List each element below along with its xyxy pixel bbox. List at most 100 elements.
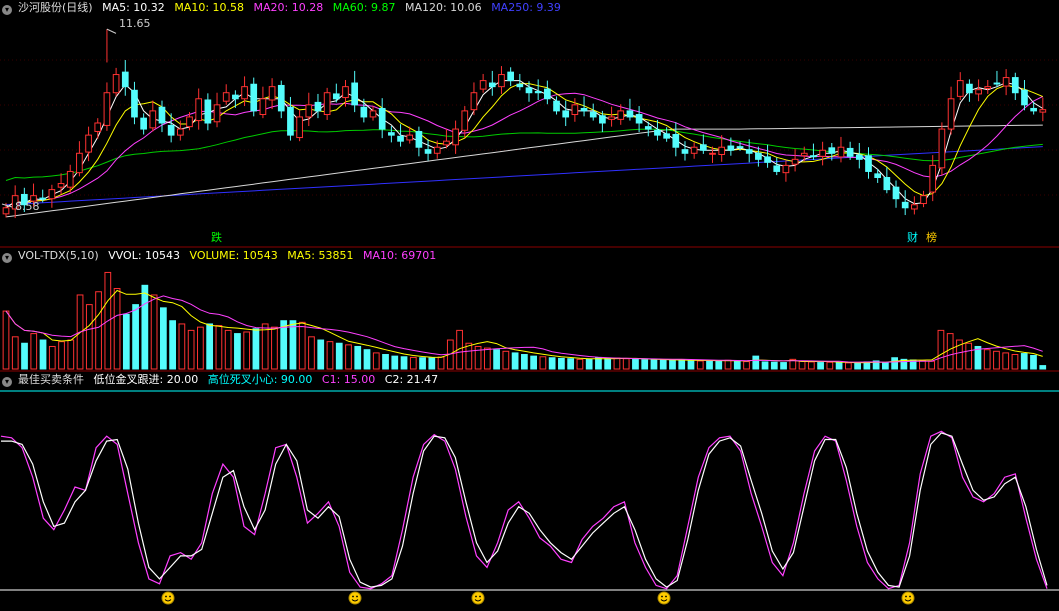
stock-name: 沙河股份(日线) <box>18 1 93 14</box>
volume-bar <box>604 357 612 370</box>
badge-die[interactable]: 跌 <box>210 232 223 244</box>
volume-bar <box>11 336 19 370</box>
candle-body <box>1011 77 1019 94</box>
smiley-eye <box>479 595 481 598</box>
price-chart[interactable] <box>0 0 1059 248</box>
candle-body <box>883 177 891 191</box>
candle-body <box>589 111 597 118</box>
candle-body <box>268 86 276 101</box>
candle-body <box>929 164 937 193</box>
volume-bar <box>428 357 436 370</box>
candle-body <box>342 86 349 99</box>
smiley-face <box>348 591 362 605</box>
candle-body <box>94 122 102 132</box>
candle-body <box>544 88 551 100</box>
candle-body <box>277 84 285 112</box>
candle-body <box>626 110 634 118</box>
volume-bar <box>1011 354 1019 370</box>
vol-ma5-label: MA5: 53851 <box>287 249 354 262</box>
candle-body <box>525 87 533 94</box>
volume-bar <box>632 358 639 370</box>
chevron-down-icon[interactable]: ▾ <box>2 5 12 15</box>
smiley-eye <box>356 595 358 598</box>
smiley-eye <box>165 595 167 598</box>
chevron-down-icon[interactable]: ▾ <box>2 253 12 263</box>
smiley-eye <box>169 595 171 598</box>
volume-bar <box>224 329 232 370</box>
vvol-label: VVOL: 10543 <box>108 249 181 262</box>
ma250-label: MA250: 9.39 <box>491 1 561 14</box>
volume-bar <box>678 359 686 370</box>
smiley-eye <box>905 595 907 598</box>
volume-bar <box>798 360 806 370</box>
volume-chart[interactable] <box>0 248 1059 372</box>
candle-body <box>305 104 313 118</box>
volume-bar <box>530 355 537 370</box>
candle-body <box>617 110 625 120</box>
c2-label: C2: 21.47 <box>384 373 439 386</box>
candle-body <box>378 107 386 130</box>
candle-body <box>1039 109 1047 113</box>
volume-bar <box>1030 354 1037 370</box>
vol-ma10-label: MA10: 69701 <box>363 249 437 262</box>
volume-bar <box>48 345 56 370</box>
volume-bar <box>159 307 167 370</box>
volume-bar <box>113 288 121 370</box>
candle-body <box>553 100 560 112</box>
volume-bar <box>234 333 241 370</box>
ma10-label: MA10: 10.58 <box>174 1 245 14</box>
high-price-label: 11.65 <box>119 17 151 30</box>
candle-body <box>158 106 166 124</box>
candle-body <box>2 207 10 215</box>
candle-body <box>461 110 469 131</box>
candle-body <box>287 106 294 136</box>
candle-body <box>488 82 496 88</box>
smiley-eye <box>665 595 667 598</box>
volume-bar <box>891 357 899 370</box>
indicator-chart[interactable] <box>0 372 1059 611</box>
volume-bar <box>261 323 269 370</box>
candle-body <box>433 146 441 154</box>
candle-body <box>571 104 579 116</box>
candle-body <box>443 140 450 146</box>
volume-bar <box>928 360 936 370</box>
smiley-icon <box>348 591 362 605</box>
volume-bar <box>21 342 28 370</box>
volume-bar <box>807 361 815 370</box>
badge-cai[interactable]: 财 <box>906 232 919 244</box>
volume-bar <box>1002 352 1010 370</box>
volume-bar <box>724 359 732 370</box>
volume-bar <box>363 349 371 370</box>
badge-bang[interactable]: 榜 <box>925 232 938 244</box>
candle-body <box>388 132 395 136</box>
candle-body <box>736 146 744 149</box>
volume-bar <box>780 362 787 370</box>
volume-bar <box>409 356 417 370</box>
candle-body <box>1021 89 1028 106</box>
volume-label: VOLUME: 10543 <box>189 249 278 262</box>
volume-bar <box>39 339 47 370</box>
volume-bar <box>85 304 93 370</box>
volume-bar <box>419 357 426 370</box>
volume-bar <box>706 360 713 370</box>
volume-bar <box>521 354 528 370</box>
candle-body <box>865 155 872 172</box>
candle-body <box>250 83 258 112</box>
candle-body <box>819 149 826 157</box>
volume-bar <box>243 331 251 370</box>
volume-bar <box>659 359 667 370</box>
candle-body <box>984 86 992 89</box>
death-cross-label: 高位死叉小心: 90.00 <box>207 373 313 386</box>
volume-bar <box>335 342 343 370</box>
chevron-down-icon[interactable]: ▾ <box>2 377 12 387</box>
volume-bar <box>983 349 991 370</box>
smiley-icon <box>901 591 915 605</box>
candle-body <box>39 197 47 200</box>
candle-body <box>975 89 982 95</box>
volume-bar <box>30 333 38 370</box>
volume-bar <box>993 350 1000 370</box>
candle-body <box>204 99 212 124</box>
volume-bar <box>150 294 158 370</box>
smiley-face <box>657 591 671 605</box>
volume-bar <box>752 355 760 370</box>
